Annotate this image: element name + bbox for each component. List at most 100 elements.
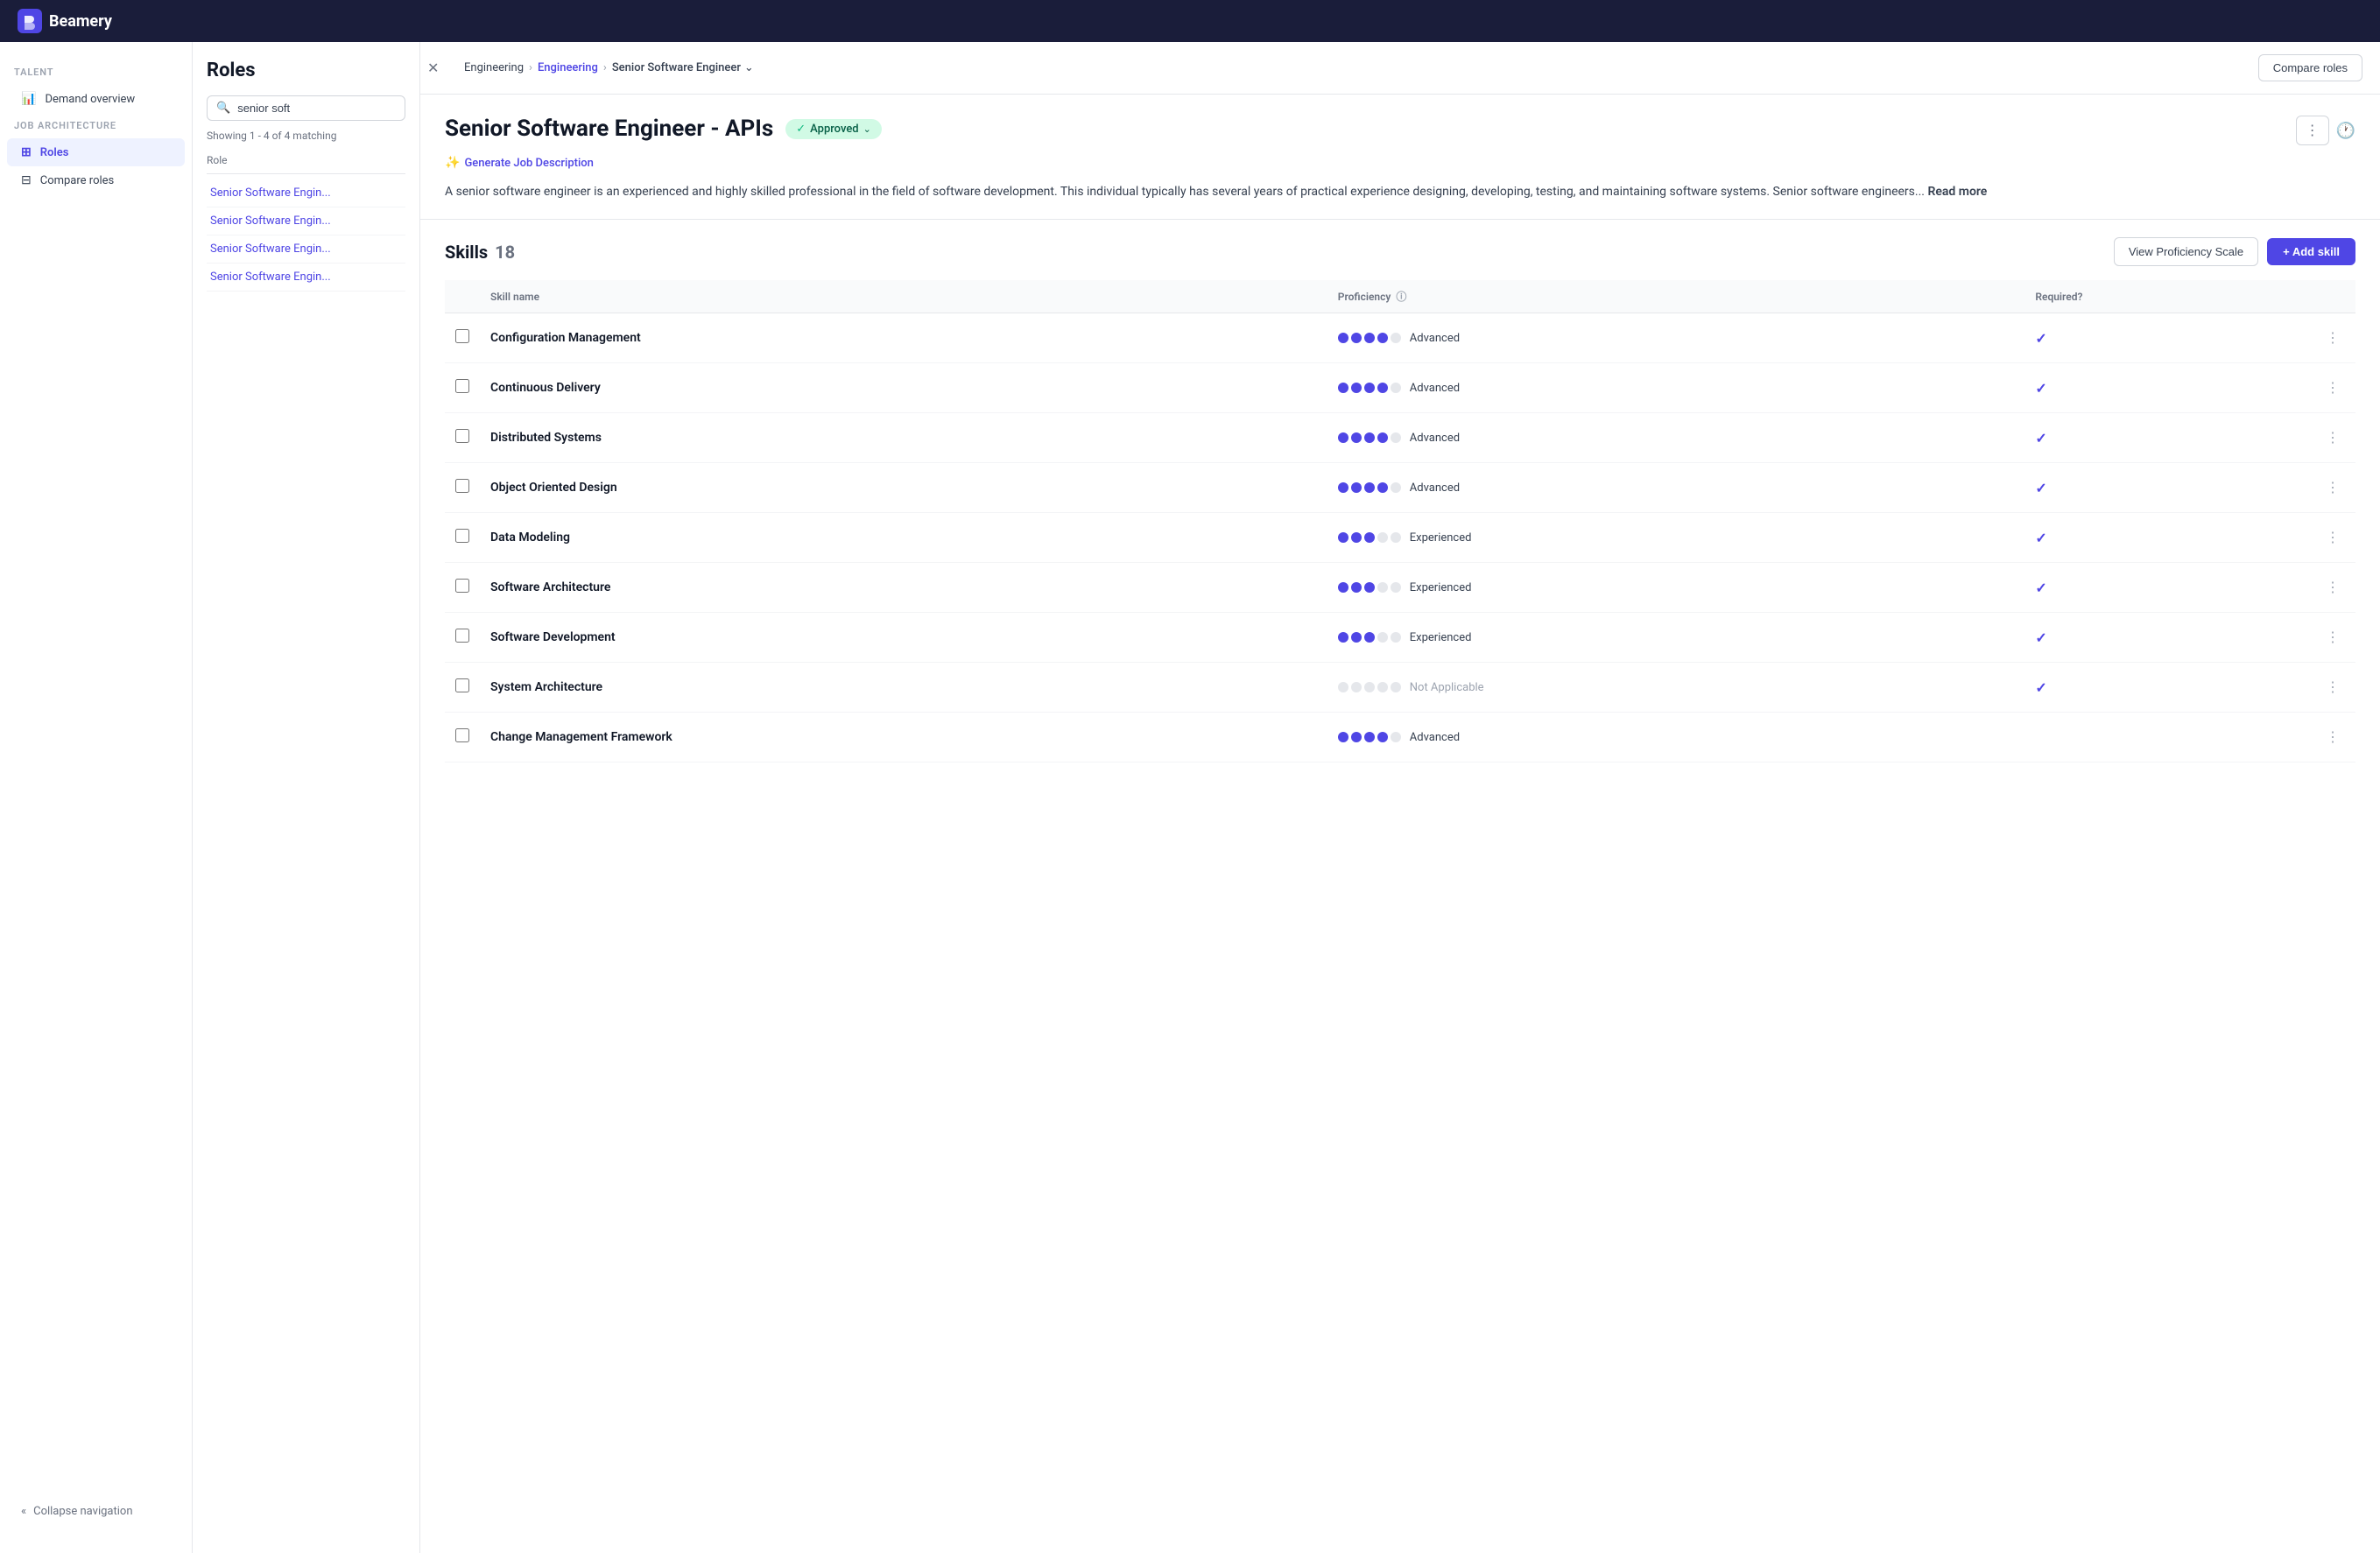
role-list-item[interactable]: Senior Software Engin...	[207, 207, 405, 235]
breadcrumb-engineering2[interactable]: Engineering	[538, 61, 598, 74]
collapse-label: Collapse navigation	[33, 1505, 132, 1518]
dot-filled	[1351, 532, 1362, 543]
sidebar-item-demand-label: Demand overview	[45, 93, 135, 106]
role-list-item[interactable]: Senior Software Engin...	[207, 179, 405, 207]
compare-roles-button[interactable]: Compare roles	[2258, 54, 2362, 81]
skill-name: Distributed Systems	[490, 431, 602, 445]
dot-filled	[1364, 582, 1375, 593]
proficiency-label: Advanced	[1410, 481, 1460, 495]
sidebar-item-demand-overview[interactable]: 📊 Demand overview	[7, 85, 185, 113]
detail-header-actions: ⋮ 🕐	[2296, 116, 2355, 145]
table-row: Distributed Systems Advanced ✓ ⋮	[445, 413, 2355, 463]
breadcrumb-role[interactable]: Senior Software Engineer ⌄	[612, 61, 754, 74]
more-options-button[interactable]: ⋮	[2296, 116, 2329, 145]
row-checkbox-cell	[445, 463, 480, 513]
row-menu-button[interactable]: ⋮	[2320, 475, 2345, 500]
row-menu-button[interactable]: ⋮	[2320, 725, 2345, 749]
sidebar-item-roles-label: Roles	[40, 146, 69, 159]
history-button[interactable]: 🕐	[2336, 122, 2355, 140]
dot-filled	[1364, 333, 1375, 343]
approved-badge[interactable]: ✓ Approved ⌄	[785, 119, 882, 139]
skills-count: 18	[495, 242, 515, 263]
row-checkbox-cell	[445, 513, 480, 563]
dot-filled	[1351, 383, 1362, 393]
required-check-icon: ✓	[2035, 430, 2046, 446]
detail-title: Senior Software Engineer - APIs	[445, 116, 773, 142]
dot-filled	[1364, 532, 1375, 543]
row-menu-button[interactable]: ⋮	[2320, 675, 2345, 699]
add-skill-button[interactable]: + Add skill	[2267, 238, 2355, 265]
view-proficiency-button[interactable]: View Proficiency Scale	[2114, 237, 2258, 266]
dot-filled	[1377, 432, 1388, 443]
row-menu-button[interactable]: ⋮	[2320, 326, 2345, 350]
demand-overview-icon: 📊	[21, 92, 36, 106]
row-checkbox[interactable]	[455, 579, 469, 593]
row-checkbox[interactable]	[455, 429, 469, 443]
row-menu-button[interactable]: ⋮	[2320, 425, 2345, 450]
row-checkbox[interactable]	[455, 479, 469, 493]
dot-empty	[1391, 732, 1401, 742]
skills-tbody: Configuration ManagementAdvanced✓⋮Contin…	[445, 313, 2355, 762]
breadcrumb-engineering1[interactable]: Engineering	[464, 61, 524, 74]
dot-empty	[1364, 682, 1375, 692]
sidebar-item-compare-roles[interactable]: ⊟ Compare roles	[7, 166, 185, 194]
row-checkbox-cell	[445, 663, 480, 713]
dot-empty	[1377, 632, 1388, 643]
dot-filled	[1351, 632, 1362, 643]
row-checkbox[interactable]	[455, 529, 469, 543]
breadcrumb-bar: ✕ Engineering › Engineering › Senior Sof…	[420, 42, 2380, 95]
required-check-icon: ✓	[2035, 480, 2046, 496]
role-list-item[interactable]: Senior Software Engin...	[207, 235, 405, 264]
sidebar-item-compare-label: Compare roles	[40, 174, 115, 187]
skill-name: Software Development	[490, 630, 616, 644]
proficiency-cell: Not Applicable	[1327, 663, 2025, 713]
row-checkbox[interactable]	[455, 728, 469, 742]
approved-check-icon: ✓	[796, 123, 806, 136]
role-list-item[interactable]: Senior Software Engin...	[207, 264, 405, 292]
row-checkbox[interactable]	[455, 629, 469, 643]
approved-dropdown-icon: ⌄	[863, 123, 871, 135]
read-more-link[interactable]: Read more	[1927, 185, 1987, 199]
dot-filled	[1377, 482, 1388, 493]
row-checkbox-cell	[445, 363, 480, 413]
proficiency-cell: Advanced	[1327, 463, 2025, 513]
close-button[interactable]: ✕	[420, 56, 446, 81]
table-row: Object Oriented Design Advanced ✓ ⋮	[445, 463, 2355, 513]
row-menu-button[interactable]: ⋮	[2320, 376, 2345, 400]
proficiency-label: Advanced	[1410, 432, 1460, 445]
row-checkbox[interactable]	[455, 329, 469, 343]
ai-icon: ✨	[445, 156, 460, 170]
row-menu-button[interactable]: ⋮	[2320, 575, 2345, 600]
dot-filled	[1338, 532, 1348, 543]
skill-name: Configuration Management	[490, 331, 641, 345]
row-menu-button[interactable]: ⋮	[2320, 625, 2345, 650]
skill-name: Object Oriented Design	[490, 481, 617, 495]
divider	[420, 219, 2380, 220]
row-menu-cell: ⋮	[2310, 713, 2355, 762]
generate-job-description-link[interactable]: ✨ Generate Job Description	[445, 156, 2355, 170]
dot-empty	[1391, 432, 1401, 443]
required-cell: ✓	[2024, 563, 2310, 613]
table-header-row: Skill name Proficiency ⓘ Required?	[445, 280, 2355, 313]
dot-empty	[1391, 333, 1401, 343]
dot-filled	[1338, 632, 1348, 643]
row-menu-button[interactable]: ⋮	[2320, 525, 2345, 550]
detail-header: Senior Software Engineer - APIs ✓ Approv…	[445, 116, 2355, 145]
collapse-navigation[interactable]: « Collapse navigation	[7, 1498, 185, 1525]
dot-filled	[1377, 732, 1388, 742]
proficiency-dots: Advanced	[1338, 332, 2015, 345]
row-checkbox[interactable]	[455, 379, 469, 393]
roles-list: Senior Software Engin...Senior Software …	[207, 179, 405, 292]
required-cell	[2024, 713, 2310, 762]
sidebar-item-roles[interactable]: ⊞ Roles	[7, 138, 185, 166]
skills-actions: View Proficiency Scale + Add skill	[2114, 237, 2355, 266]
row-checkbox-cell	[445, 563, 480, 613]
proficiency-info-icon[interactable]: ⓘ	[1396, 289, 1406, 304]
dot-empty	[1391, 532, 1401, 543]
row-checkbox[interactable]	[455, 678, 469, 692]
search-box[interactable]: 🔍	[207, 95, 405, 121]
row-menu-cell: ⋮	[2310, 413, 2355, 463]
detail-panel: ✕ Engineering › Engineering › Senior Sof…	[420, 42, 2380, 1553]
search-input[interactable]	[237, 102, 396, 115]
proficiency-cell: Experienced	[1327, 613, 2025, 663]
